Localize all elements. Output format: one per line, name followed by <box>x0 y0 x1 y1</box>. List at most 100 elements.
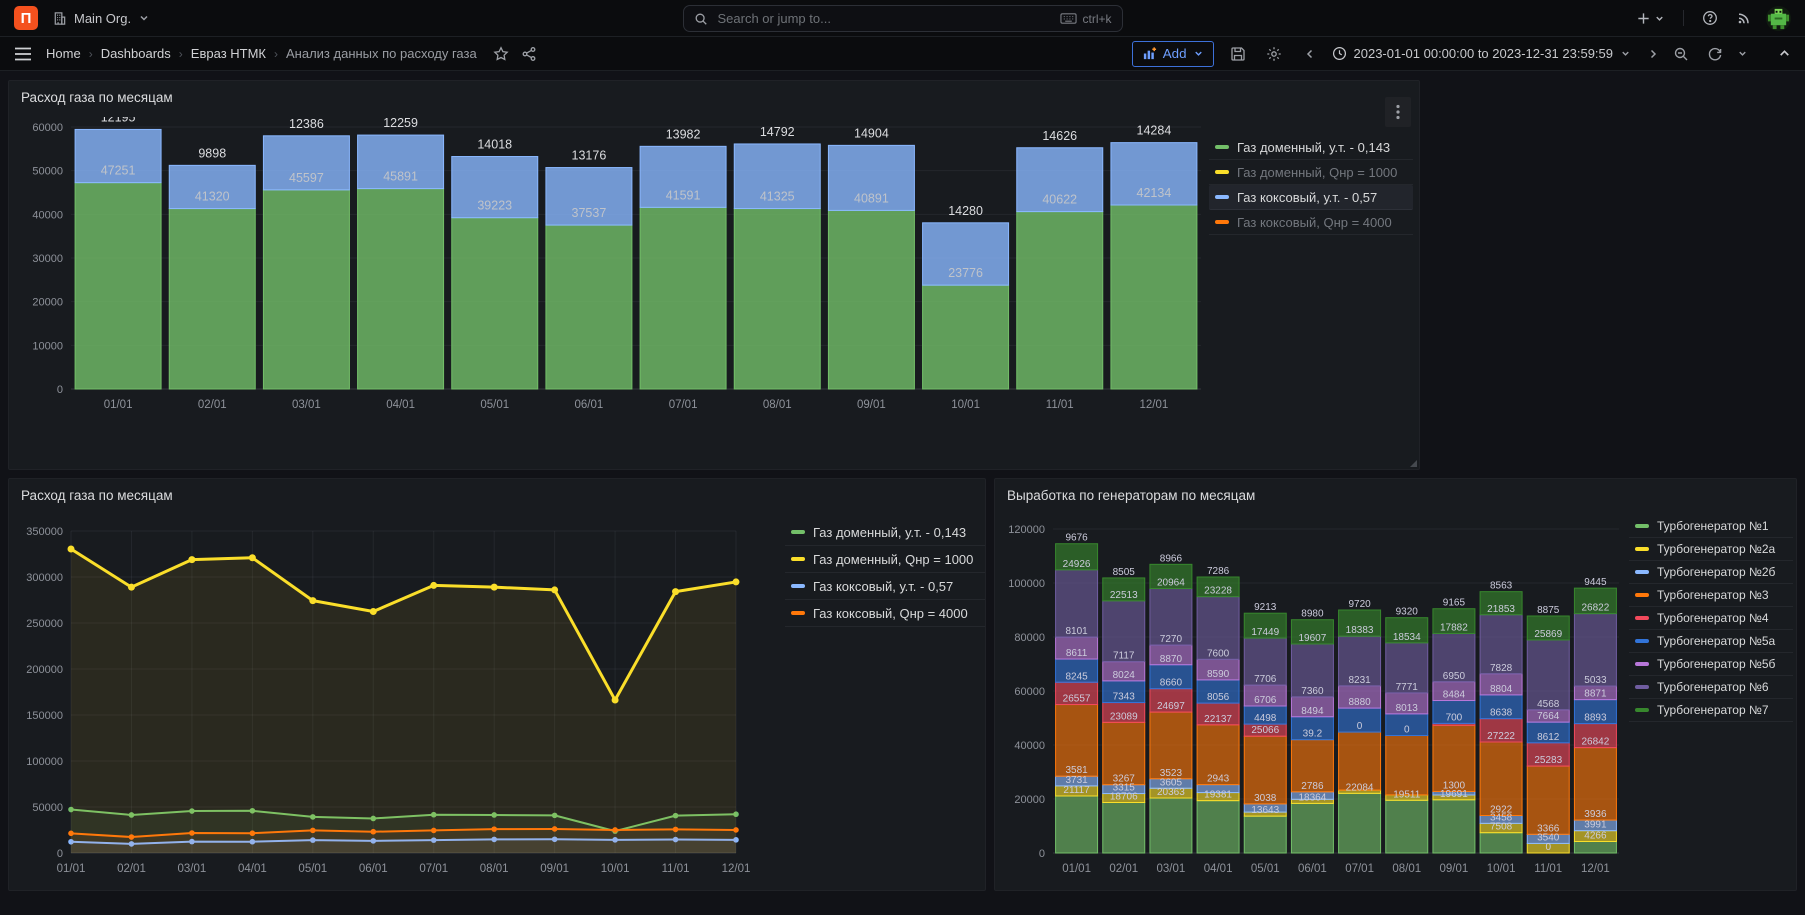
svg-text:8590: 8590 <box>1207 669 1230 680</box>
collapse-toolbar-icon[interactable] <box>1774 43 1795 64</box>
breadcrumb-home[interactable]: Home <box>46 46 81 61</box>
svg-text:7286: 7286 <box>1207 566 1230 577</box>
panel-menu-icon[interactable] <box>1385 97 1411 127</box>
svg-text:8505: 8505 <box>1113 567 1136 578</box>
legend-series-chip <box>1635 662 1649 666</box>
legend-item[interactable]: Турбогенератор №4 <box>1629 607 1793 630</box>
search-input[interactable] <box>716 10 1053 27</box>
legend-item[interactable]: Турбогенератор №2б <box>1629 561 1793 584</box>
svg-text:12195: 12195 <box>101 117 136 124</box>
svg-text:7360: 7360 <box>1301 686 1324 697</box>
global-search[interactable]: ctrl+k <box>683 5 1123 32</box>
svg-text:04/01: 04/01 <box>1204 863 1233 875</box>
panel-title[interactable]: Расход газа по месяцам <box>9 479 985 513</box>
new-button[interactable] <box>1632 7 1669 30</box>
time-shift-back-icon[interactable] <box>1300 44 1320 64</box>
svg-text:40000: 40000 <box>1014 740 1045 752</box>
svg-text:03/01: 03/01 <box>1157 863 1186 875</box>
legend-item[interactable]: Турбогенератор №1 <box>1629 515 1793 538</box>
help-icon[interactable] <box>1698 6 1722 30</box>
svg-text:08/01: 08/01 <box>763 399 792 411</box>
svg-text:12386: 12386 <box>289 117 324 131</box>
svg-text:05/01: 05/01 <box>298 863 327 875</box>
refresh-icon[interactable] <box>1703 42 1727 66</box>
svg-text:06/01: 06/01 <box>575 399 604 411</box>
legend-series-label: Турбогенератор №3 <box>1657 588 1769 602</box>
legend-item[interactable]: Газ доменный, Qнр = 1000 <box>1209 160 1413 185</box>
gas-bar-legend: Газ доменный, у.т. - 0,143 Газ доменный, … <box>1209 135 1413 235</box>
legend-series-label: Турбогенератор №2а <box>1657 542 1775 556</box>
svg-text:11/01: 11/01 <box>1534 863 1562 875</box>
svg-text:150000: 150000 <box>26 710 63 722</box>
legend-item[interactable]: Турбогенератор №6 <box>1629 676 1793 699</box>
svg-text:05/01: 05/01 <box>1251 863 1280 875</box>
panel-title[interactable]: Выработка по генераторам по месяцам <box>995 479 1796 513</box>
legend-series-chip <box>1215 145 1229 149</box>
user-avatar[interactable] <box>1766 6 1791 31</box>
legend-series-label: Турбогенератор №7 <box>1657 703 1769 717</box>
grafana-logo[interactable]: П <box>14 6 38 30</box>
svg-text:04/01: 04/01 <box>238 863 267 875</box>
legend-item[interactable]: Турбогенератор №5а <box>1629 630 1793 653</box>
zoom-out-icon[interactable] <box>1669 42 1693 66</box>
svg-text:300000: 300000 <box>26 572 63 584</box>
refresh-interval-caret-icon[interactable] <box>1733 44 1752 63</box>
save-icon[interactable] <box>1226 42 1250 66</box>
legend-series-label: Газ коксовый, Qнр = 4000 <box>1237 215 1392 230</box>
svg-text:3991: 3991 <box>1584 820 1607 831</box>
svg-text:8804: 8804 <box>1490 684 1513 695</box>
panel-resize-handle[interactable] <box>1410 460 1417 467</box>
svg-text:14018: 14018 <box>477 138 512 152</box>
svg-text:60000: 60000 <box>32 122 63 134</box>
svg-text:11/01: 11/01 <box>662 863 690 875</box>
legend-item[interactable]: Газ коксовый, Qнр = 4000 <box>1209 210 1413 235</box>
time-shift-forward-icon[interactable] <box>1643 44 1663 64</box>
settings-gear-icon[interactable] <box>1262 42 1286 66</box>
favorite-star-icon[interactable] <box>489 42 513 66</box>
search-icon <box>694 12 708 26</box>
legend-item[interactable]: Газ коксовый, у.т. - 0,57 <box>1209 185 1413 210</box>
legend-series-chip <box>791 530 805 534</box>
org-switcher[interactable]: Main Org. <box>52 11 150 26</box>
svg-text:8231: 8231 <box>1348 675 1371 686</box>
legend-series-label: Газ доменный, у.т. - 0,143 <box>1237 140 1390 155</box>
legend-item[interactable]: Газ доменный, Qнр = 1000 <box>785 546 985 573</box>
time-range-picker[interactable]: 2023-01-01 00:00:00 to 2023-12-31 23:59:… <box>1326 42 1638 65</box>
svg-text:8875: 8875 <box>1537 605 1560 616</box>
menu-toggle-icon[interactable] <box>10 43 36 65</box>
svg-text:18534: 18534 <box>1393 632 1421 643</box>
add-button[interactable]: Add <box>1132 41 1214 67</box>
legend-item[interactable]: Газ доменный, у.т. - 0,143 <box>1209 135 1413 160</box>
share-icon[interactable] <box>517 42 541 66</box>
legend-item[interactable]: Турбогенератор №5б <box>1629 653 1793 676</box>
breadcrumb-folder[interactable]: Евраз НТМК <box>191 46 266 61</box>
svg-text:2786: 2786 <box>1301 781 1324 792</box>
legend-item[interactable]: Турбогенератор №7 <box>1629 699 1793 722</box>
svg-text:4568: 4568 <box>1537 699 1560 710</box>
svg-text:2922: 2922 <box>1490 805 1513 816</box>
svg-text:100000: 100000 <box>26 756 63 768</box>
svg-text:25066: 25066 <box>1251 725 1279 736</box>
svg-text:10/01: 10/01 <box>951 399 980 411</box>
svg-text:8056: 8056 <box>1207 692 1230 703</box>
legend-item[interactable]: Газ доменный, у.т. - 0,143 <box>785 519 985 546</box>
svg-text:19511: 19511 <box>1393 789 1421 800</box>
svg-text:17882: 17882 <box>1440 622 1468 633</box>
svg-text:11/01: 11/01 <box>1046 399 1074 411</box>
legend-item[interactable]: Газ коксовый, у.т. - 0,57 <box>785 573 985 600</box>
svg-text:8013: 8013 <box>1396 703 1419 714</box>
chevron-down-icon <box>138 12 150 24</box>
panel-title[interactable]: Расход газа по месяцам <box>9 81 1419 115</box>
svg-text:37537: 37537 <box>572 206 607 220</box>
svg-text:21853: 21853 <box>1487 604 1515 615</box>
breadcrumb-dashboards[interactable]: Dashboards <box>101 46 171 61</box>
svg-text:12/01: 12/01 <box>1581 863 1610 875</box>
legend-series-chip <box>1635 616 1649 620</box>
legend-item[interactable]: Турбогенератор №2а <box>1629 538 1793 561</box>
legend-item[interactable]: Турбогенератор №3 <box>1629 584 1793 607</box>
svg-text:2943: 2943 <box>1207 774 1230 785</box>
news-icon[interactable] <box>1732 6 1756 30</box>
legend-item[interactable]: Газ коксовый, Qнр = 4000 <box>785 600 985 627</box>
svg-text:7343: 7343 <box>1113 692 1136 703</box>
svg-text:07/01: 07/01 <box>419 863 448 875</box>
